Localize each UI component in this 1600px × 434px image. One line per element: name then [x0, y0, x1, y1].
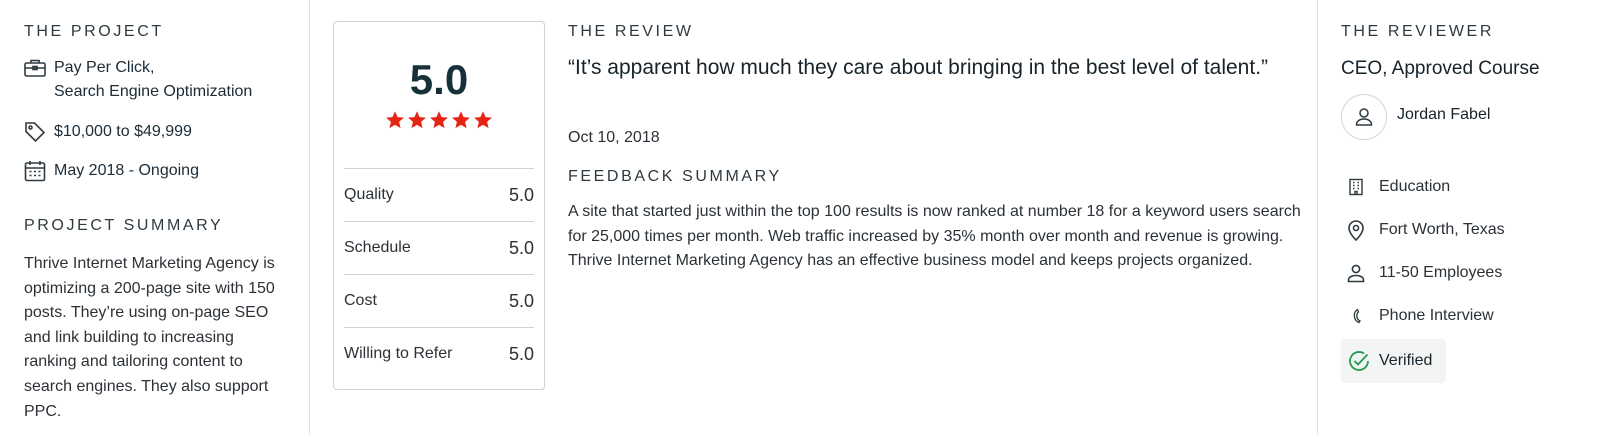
- project-budget-text: $10,000 to $49,999: [54, 123, 192, 140]
- price-tag-icon: [24, 120, 46, 144]
- project-summary-text: Thrive Internet Marketing Agency is opti…: [24, 255, 275, 420]
- rating-value: 5.0: [508, 184, 534, 205]
- project-services: Pay Per Click, Search Engine Optimizatio…: [24, 56, 252, 104]
- verified-label: Verified: [1379, 352, 1433, 369]
- building-icon: [1345, 176, 1367, 198]
- reviewer-company-size: 11-50 Employees: [1345, 262, 1502, 284]
- star-rating: [334, 110, 544, 130]
- overall-rating: 5.0: [409, 56, 469, 103]
- avatar: [1341, 94, 1387, 140]
- rating-label: Willing to Refer: [344, 345, 453, 362]
- review-quote: “It’s apparent how much they care about …: [568, 56, 1269, 79]
- review-date: Oct 10, 2018: [568, 129, 660, 146]
- rating-label: Schedule: [344, 239, 411, 256]
- verified-check-icon: [1347, 349, 1371, 373]
- location-pin-icon: [1345, 219, 1367, 241]
- rating-label: Cost: [344, 292, 377, 309]
- reviewer-review-type-text: Phone Interview: [1379, 307, 1494, 324]
- star-icon: [386, 111, 404, 129]
- verified-badge: Verified: [1341, 339, 1447, 383]
- reviewer-location: Fort Worth, Texas: [1345, 219, 1505, 241]
- rating-row-schedule: Schedule 5.0: [344, 221, 534, 274]
- project-timeline-text: May 2018 - Ongoing: [54, 162, 199, 179]
- user-icon: [1355, 108, 1373, 126]
- star-icon: [430, 111, 448, 129]
- rating-value: 5.0: [508, 237, 534, 258]
- project-budget: $10,000 to $49,999: [24, 120, 192, 144]
- briefcase-icon: [24, 56, 46, 80]
- rating-row-cost: Cost 5.0: [344, 274, 534, 327]
- rating-value: 5.0: [508, 343, 534, 364]
- project-timeline: May 2018 - Ongoing: [24, 159, 199, 183]
- project-services-line1: Pay Per Click,: [54, 59, 155, 76]
- person-icon: [1345, 262, 1367, 284]
- feedback-summary-text: A site that started just within the top …: [568, 203, 1301, 270]
- reviewer-review-type: Phone Interview: [1345, 305, 1494, 327]
- reviewer-industry-text: Education: [1379, 178, 1451, 195]
- rating-value: 5.0: [508, 290, 534, 311]
- reviewer-heading: THE REVIEWER: [1341, 23, 1494, 40]
- divider-right: [1317, 0, 1318, 434]
- reviewer-title: CEO, Approved Course: [1341, 58, 1540, 79]
- rating-row-willing-to-refer: Willing to Refer 5.0: [344, 327, 534, 380]
- rating-card: 5.0 Quality 5.0 Schedule 5.0 Cost 5.0 Wi…: [333, 21, 545, 390]
- star-icon: [474, 111, 492, 129]
- project-heading: THE PROJECT: [24, 23, 164, 40]
- reviewer-company-size-text: 11-50 Employees: [1379, 264, 1503, 281]
- reviewer-industry: Education: [1345, 176, 1450, 198]
- star-icon: [452, 111, 470, 129]
- project-services-line2: Search Engine Optimization: [54, 83, 253, 100]
- reviewer-name: Jordan Fabel: [1397, 106, 1491, 123]
- phone-icon: [1345, 305, 1367, 327]
- reviewer-location-text: Fort Worth, Texas: [1379, 221, 1505, 238]
- feedback-summary-heading: FEEDBACK SUMMARY: [568, 168, 782, 185]
- star-icon: [408, 111, 426, 129]
- project-summary-heading: PROJECT SUMMARY: [24, 217, 224, 234]
- calendar-icon: [24, 159, 46, 183]
- divider-left: [309, 0, 310, 434]
- review-heading: THE REVIEW: [568, 23, 694, 40]
- rating-label: Quality: [344, 186, 394, 203]
- rating-row-quality: Quality 5.0: [344, 168, 534, 221]
